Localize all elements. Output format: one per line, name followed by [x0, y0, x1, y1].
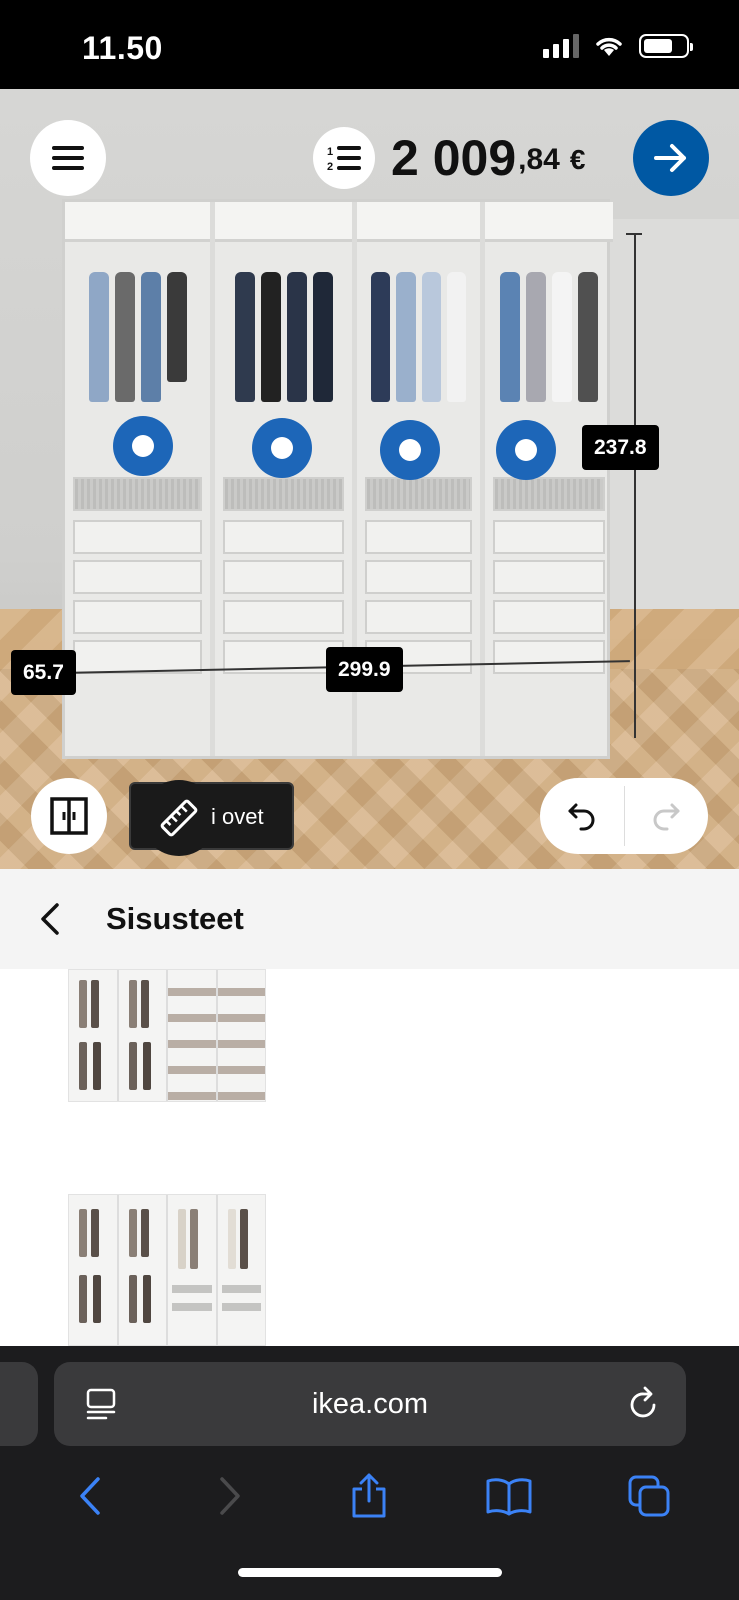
planner-3d-view[interactable]: 237.8 65.7 299.9 1 2 2 009 ,84 € i ovet — [0, 89, 739, 869]
price-cents: ,84 — [518, 143, 560, 176]
interiors-panel: Sisusteet — [0, 869, 739, 1346]
address-bar[interactable]: ikea.com — [54, 1362, 686, 1446]
arrow-right-icon — [654, 144, 686, 172]
panel-header: Sisusteet — [0, 869, 739, 969]
status-icons — [543, 34, 693, 58]
tabs-icon — [628, 1475, 670, 1517]
ruler-button[interactable] — [141, 780, 217, 856]
numbered-list-icon: 1 2 — [327, 146, 361, 172]
reload-icon[interactable] — [628, 1386, 660, 1420]
menu-button[interactable] — [30, 120, 106, 196]
price-summary[interactable]: 1 2 2 009 ,84 € — [313, 127, 585, 189]
doors-icon — [50, 797, 88, 835]
bookmarks-button[interactable] — [469, 1456, 549, 1536]
height-dimension-label[interactable]: 237.8 — [582, 425, 659, 470]
section-hotspot-2[interactable] — [252, 418, 312, 478]
hamburger-menu-icon — [52, 146, 84, 170]
browser-back-button[interactable] — [50, 1456, 130, 1536]
undo-redo-group — [540, 778, 708, 854]
interior-option-1[interactable] — [68, 969, 266, 1102]
status-time: 11.50 — [82, 30, 163, 66]
chevron-right-icon — [219, 1477, 240, 1515]
tabs-button[interactable] — [609, 1456, 689, 1536]
section-hotspot-1[interactable] — [113, 416, 173, 476]
cellular-signal-icon — [543, 34, 579, 58]
shopping-list-button[interactable]: 1 2 — [313, 127, 375, 189]
url-text: ikea.com — [311, 1388, 429, 1420]
redo-button[interactable] — [625, 778, 709, 854]
section-hotspot-3[interactable] — [380, 420, 440, 480]
share-button[interactable] — [329, 1456, 409, 1536]
depth-dimension-label[interactable]: 65.7 — [11, 650, 76, 695]
measure-chip-label: i ovet — [211, 804, 264, 829]
next-step-button[interactable] — [633, 120, 709, 196]
safari-nav-bar — [0, 1456, 739, 1536]
panel-title: Sisusteet — [106, 901, 244, 936]
interior-option-2[interactable] — [68, 1194, 266, 1346]
wardrobe-section-4[interactable] — [485, 202, 613, 756]
svg-text:1: 1 — [327, 146, 333, 158]
price-currency: € — [569, 144, 586, 175]
height-dimension-line — [634, 233, 636, 738]
price-main: 2 009 — [391, 130, 517, 186]
wifi-icon — [596, 37, 622, 56]
browser-forward-button[interactable] — [190, 1456, 270, 1536]
toggle-doors-button[interactable] — [31, 778, 107, 854]
measure-toggle[interactable]: i ovet — [129, 780, 294, 856]
section-hotspot-4[interactable] — [496, 420, 556, 480]
undo-icon — [568, 803, 595, 831]
chevron-left-icon — [41, 903, 59, 935]
redo-icon — [653, 803, 680, 831]
home-indicator[interactable] — [238, 1568, 502, 1577]
svg-text:2: 2 — [327, 161, 333, 172]
width-dimension-label[interactable]: 299.9 — [326, 647, 403, 692]
back-button[interactable] — [0, 869, 100, 969]
status-bar: 11.50 — [0, 0, 739, 89]
book-icon — [486, 1478, 532, 1516]
undo-button[interactable] — [540, 778, 624, 854]
ruler-icon — [160, 799, 198, 837]
browser-toolbar: ikea.com — [0, 1346, 739, 1600]
share-icon — [352, 1473, 386, 1518]
previous-tab-peek[interactable] — [0, 1362, 38, 1446]
chevron-left-icon — [80, 1477, 100, 1515]
battery-icon — [639, 34, 693, 58]
